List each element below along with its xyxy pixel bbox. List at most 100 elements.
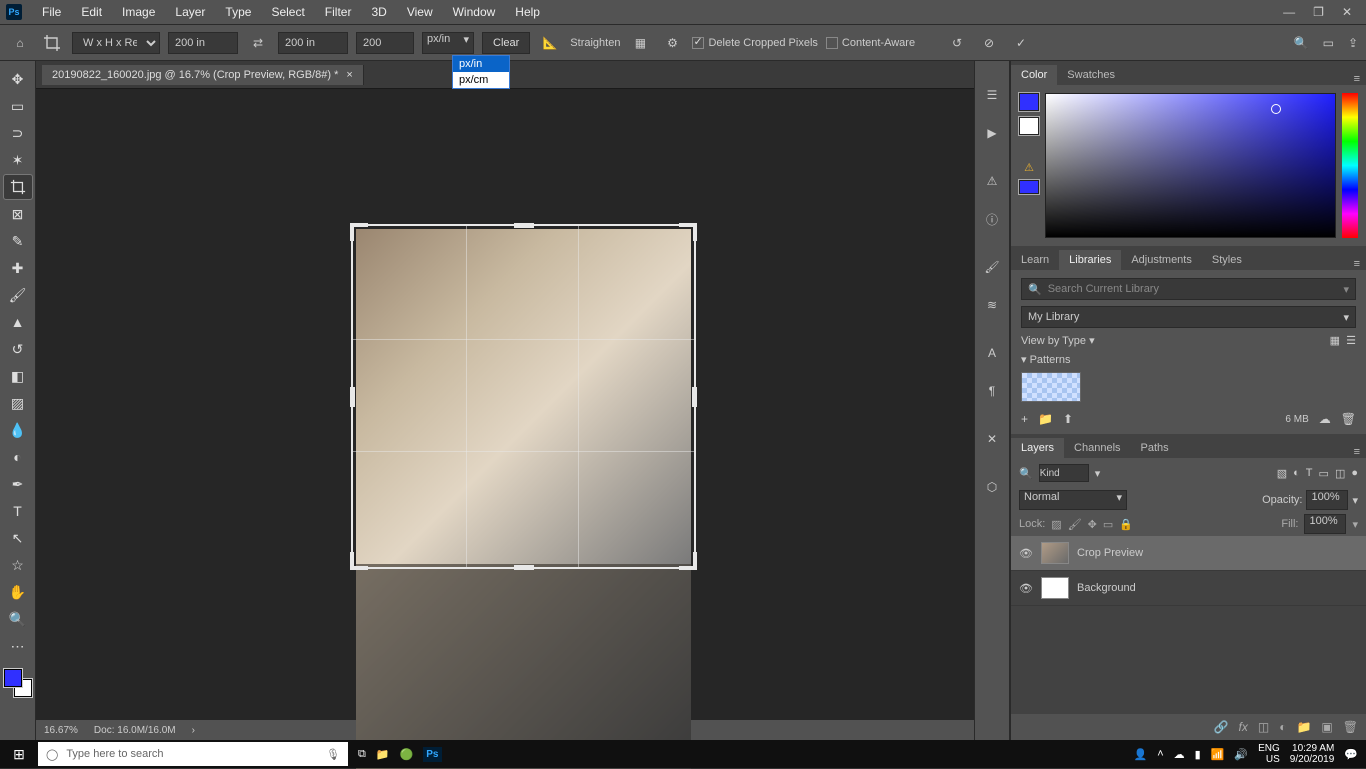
filter-smart-icon[interactable]: ◫ <box>1335 467 1345 480</box>
menu-help[interactable]: Help <box>505 5 550 19</box>
eyedropper-tool[interactable]: ✎ <box>4 229 32 253</box>
straighten-label[interactable]: Straighten <box>570 37 620 49</box>
color-fg-swatch-alt[interactable] <box>1019 117 1039 135</box>
library-view-select[interactable]: View by Type ▾ <box>1021 334 1095 347</box>
lock-all-icon[interactable]: 🔒 <box>1119 518 1133 531</box>
commit-crop-icon[interactable]: ✓ <box>1009 31 1033 55</box>
canvas[interactable] <box>36 89 974 720</box>
edit-toolbar[interactable]: ⋯ <box>4 634 32 658</box>
paragraph-panel-icon[interactable]: ¶ <box>980 379 1004 403</box>
dodge-tool[interactable]: ◐ <box>4 445 32 469</box>
delete-cropped-checkbox[interactable]: Delete Cropped Pixels <box>692 37 817 49</box>
filter-pixel-icon[interactable]: ▧ <box>1277 467 1287 480</box>
document-tab[interactable]: 20190822_160020.jpg @ 16.7% (Crop Previe… <box>42 65 364 85</box>
minimize-icon[interactable]: — <box>1283 5 1295 19</box>
adjustment-layer-icon[interactable]: ◐ <box>1279 720 1286 734</box>
grid-view-icon[interactable]: ▦ <box>1330 335 1340 347</box>
healing-tool[interactable]: ✚ <box>4 256 32 280</box>
tab-styles[interactable]: Styles <box>1202 250 1252 270</box>
photoshop-task-icon[interactable]: Ps <box>423 747 441 762</box>
layer-filter-kind[interactable] <box>1039 464 1089 482</box>
lasso-tool[interactable]: ⊃ <box>4 121 32 145</box>
unit-option-pxcm[interactable]: px/cm <box>453 72 509 88</box>
brush-tool[interactable]: 🖌 <box>4 283 32 307</box>
layer-name[interactable]: Crop Preview <box>1077 547 1143 559</box>
volume-icon[interactable]: 🔊 <box>1234 748 1248 761</box>
menu-filter[interactable]: Filter <box>315 5 362 19</box>
properties-panel-icon[interactable]: ⚠ <box>980 169 1004 193</box>
reset-crop-icon[interactable]: ↺ <box>945 31 969 55</box>
visibility-eye-icon[interactable]: 👁 <box>1019 582 1033 595</box>
restore-icon[interactable]: ❐ <box>1313 5 1324 19</box>
status-zoom[interactable]: 16.67% <box>44 725 78 736</box>
menu-image[interactable]: Image <box>112 5 165 19</box>
search-icon[interactable]: 🔍 <box>1294 36 1309 50</box>
close-icon[interactable]: ✕ <box>1342 5 1352 19</box>
delete-layer-icon[interactable]: 🗑 <box>1343 720 1358 734</box>
color-fg-swatch[interactable] <box>1019 93 1039 111</box>
overlay-grid-icon[interactable]: ▦ <box>628 31 652 55</box>
menu-layer[interactable]: Layer <box>165 5 215 19</box>
brushes-panel-icon[interactable]: 🖌 <box>980 255 1004 279</box>
menu-type[interactable]: Type <box>215 5 261 19</box>
tab-learn[interactable]: Learn <box>1011 250 1059 270</box>
filter-adjust-icon[interactable]: ◐ <box>1293 467 1300 479</box>
task-view-icon[interactable]: ⧉ <box>358 748 366 761</box>
layer-fx-icon[interactable]: fx <box>1239 720 1248 734</box>
visibility-eye-icon[interactable]: 👁 <box>1019 547 1033 560</box>
close-tab-icon[interactable]: × <box>346 69 352 81</box>
onedrive-icon[interactable]: ☁ <box>1174 748 1185 761</box>
lock-transparent-icon[interactable]: ▨ <box>1051 518 1061 531</box>
share-icon[interactable]: ⇪ <box>1348 36 1358 50</box>
unit-option-pxin[interactable]: px/in <box>453 56 509 72</box>
color-panel-menu-icon[interactable]: ≡ <box>1348 73 1366 85</box>
type-tool[interactable]: T <box>4 499 32 523</box>
add-content-icon[interactable]: + <box>1021 412 1028 426</box>
3d-panel-icon[interactable]: ⬡ <box>980 475 1004 499</box>
chrome-icon[interactable]: 🟢 <box>400 748 414 761</box>
new-group-icon[interactable]: 📁 <box>1296 720 1311 734</box>
swap-dimensions-icon[interactable]: ⇄ <box>246 31 270 55</box>
layer-item[interactable]: 👁 Crop Preview <box>1011 536 1366 571</box>
hand-tool[interactable]: ✋ <box>4 580 32 604</box>
notifications-icon[interactable]: 💬 <box>1344 748 1358 761</box>
start-button[interactable]: ⊞ <box>0 746 38 763</box>
menu-3d[interactable]: 3D <box>361 5 396 19</box>
wifi-icon[interactable]: 📶 <box>1211 748 1225 761</box>
eraser-tool[interactable]: ◧ <box>4 364 32 388</box>
info-panel-icon[interactable]: ⓘ <box>980 207 1004 231</box>
filter-shape-icon[interactable]: ▭ <box>1319 467 1329 480</box>
library-select[interactable]: My Library▾ <box>1021 306 1356 328</box>
blur-tool[interactable]: 💧 <box>4 418 32 442</box>
lang-secondary[interactable]: US <box>1266 754 1280 765</box>
history-panel-icon[interactable]: ☰ <box>980 83 1004 107</box>
upload-icon[interactable]: ⬆ <box>1063 412 1073 426</box>
gradient-tool[interactable]: ▨ <box>4 391 32 415</box>
pen-tool[interactable]: ✒ <box>4 472 32 496</box>
lang-primary[interactable]: ENG <box>1258 743 1280 754</box>
actions-panel-icon[interactable]: ▶ <box>980 121 1004 145</box>
frame-tool[interactable]: ⊠ <box>4 202 32 226</box>
straighten-icon[interactable]: 📐 <box>538 31 562 55</box>
libraries-panel-menu-icon[interactable]: ≡ <box>1348 258 1366 270</box>
status-arrow-icon[interactable]: › <box>192 725 195 736</box>
crop-unit-dropdown[interactable]: px/in px/cm <box>452 55 510 89</box>
brush-settings-panel-icon[interactable]: ≋ <box>980 293 1004 317</box>
menu-file[interactable]: File <box>32 5 71 19</box>
tab-libraries[interactable]: Libraries <box>1059 250 1121 270</box>
crop-preset-select[interactable]: W x H x Reso… <box>72 32 160 54</box>
home-icon[interactable]: ⌂ <box>8 31 32 55</box>
library-search-input[interactable]: 🔍 Search Current Library ▾ <box>1021 278 1356 300</box>
lock-position-icon[interactable]: ✥ <box>1088 518 1097 531</box>
new-group-icon[interactable]: 📁 <box>1038 412 1053 426</box>
crop-height-field[interactable] <box>278 32 348 54</box>
menu-edit[interactable]: Edit <box>71 5 112 19</box>
hue-slider[interactable] <box>1342 93 1358 238</box>
fg-color-swatch[interactable] <box>4 669 22 687</box>
opacity-field[interactable]: 100% <box>1306 490 1348 510</box>
filter-toggle-icon[interactable]: ● <box>1351 467 1358 479</box>
fg-bg-swatches[interactable] <box>4 669 32 697</box>
crop-resolution-field[interactable] <box>356 32 414 54</box>
workspace-icon[interactable]: ▭ <box>1323 36 1334 50</box>
tab-swatches[interactable]: Swatches <box>1057 65 1125 85</box>
